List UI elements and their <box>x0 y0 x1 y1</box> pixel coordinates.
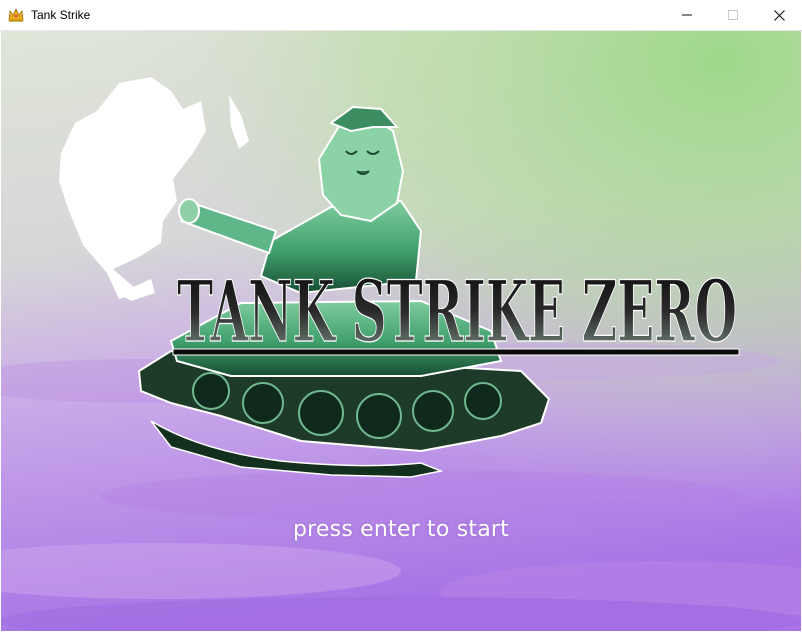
logo-underline <box>172 348 740 356</box>
window-title: Tank Strike <box>31 8 91 22</box>
game-logo: TANK STRIKE ZERO <box>172 261 740 362</box>
title-bar[interactable]: Tank Strike <box>0 0 802 31</box>
close-icon <box>773 9 785 21</box>
logo-text: TANK STRIKE ZERO <box>177 262 737 361</box>
close-button[interactable] <box>756 0 802 30</box>
maximize-button[interactable] <box>710 0 756 30</box>
minimize-button[interactable] <box>664 0 710 30</box>
minimize-icon <box>682 14 692 16</box>
press-enter-prompt: press enter to start <box>293 517 509 542</box>
game-canvas[interactable]: TANK STRIKE ZERO press enter to start <box>1 31 801 631</box>
game-window: Tank Strike TANK STRIKE ZERO press enter… <box>0 0 802 632</box>
crown-icon <box>8 8 24 22</box>
maximize-icon <box>728 10 738 20</box>
